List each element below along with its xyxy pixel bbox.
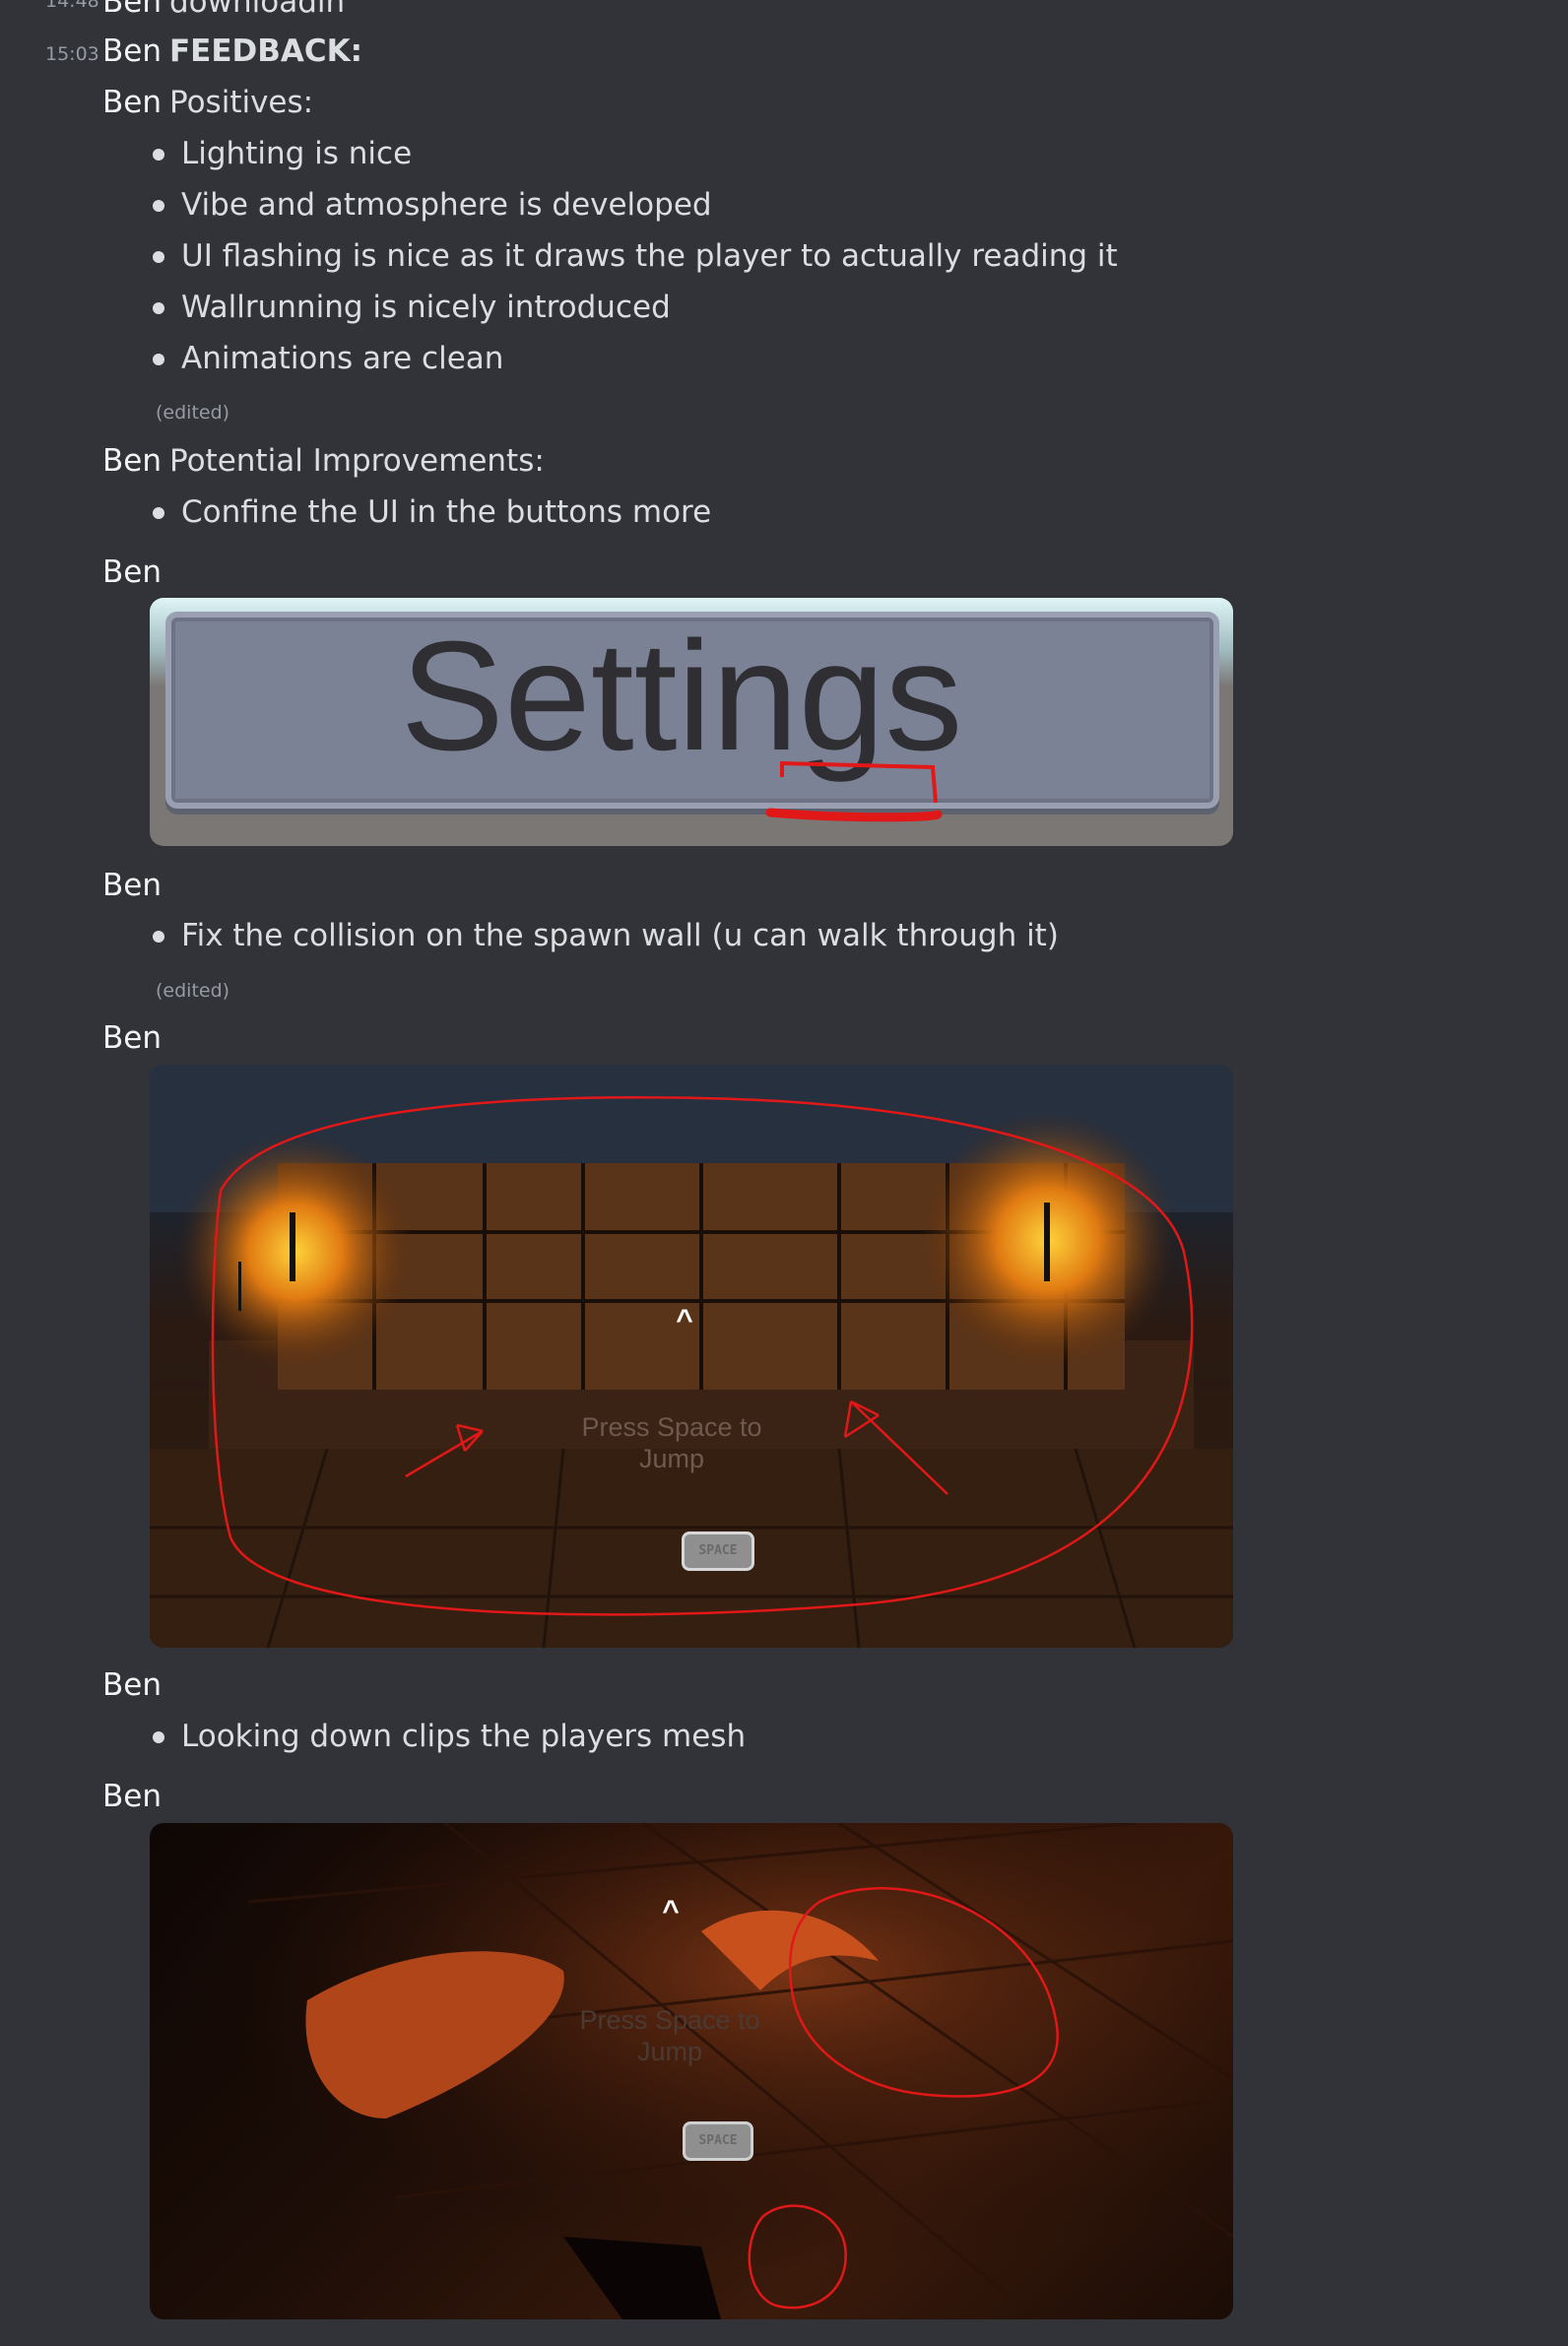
- bullet-marker: [153, 354, 164, 365]
- edited-label: (edited): [156, 402, 230, 424]
- bullet-marker: [153, 302, 164, 314]
- message-author[interactable]: Ben: [102, 1779, 162, 1814]
- message-timestamp: 15:03: [45, 43, 99, 65]
- list-item: Lighting is nice: [181, 136, 413, 171]
- message-author[interactable]: Ben: [102, 554, 162, 590]
- list-item: Confine the UI in the buttons more: [181, 494, 712, 530]
- message-author[interactable]: Ben: [102, 443, 162, 479]
- bullet-marker: [153, 1731, 164, 1743]
- prompt-line-1: Press Space to: [581, 1412, 762, 1442]
- bullet-marker: [153, 200, 164, 212]
- message-author[interactable]: Ben: [102, 85, 162, 120]
- message-text-improvements: Potential Improvements:: [169, 443, 545, 479]
- message-author[interactable]: Ben: [102, 1020, 162, 1056]
- message-author[interactable]: Ben: [102, 1667, 162, 1703]
- image-attachment-player-mesh[interactable]: ^ Press Space to Jump SPACE: [150, 1823, 1233, 2319]
- message-text-feedback: FEEDBACK:: [169, 33, 363, 69]
- list-item: Looking down clips the players mesh: [181, 1719, 747, 1754]
- message-text: downloadin: [169, 0, 346, 20]
- list-item: Wallrunning is nicely introduced: [181, 290, 671, 325]
- space-key-prompt: SPACE: [683, 2121, 753, 2161]
- bullet-marker: [153, 251, 164, 263]
- red-annotation-underline: [765, 760, 943, 822]
- list-item: Animations are clean: [181, 341, 504, 376]
- edited-label: (edited): [156, 980, 230, 1002]
- space-key-prompt: SPACE: [682, 1531, 754, 1571]
- ui-chevron-icon: ^: [676, 1304, 693, 1336]
- prompt-line-2: Jump: [638, 1444, 705, 1473]
- list-item: Vibe and atmosphere is developed: [181, 187, 712, 223]
- prompt-line-2: Jump: [636, 2037, 703, 2066]
- message-author[interactable]: Ben: [102, 0, 162, 20]
- bullet-marker: [153, 507, 164, 519]
- list-item: UI flashing is nice as it draws the play…: [181, 238, 1118, 274]
- message-timestamp: 14:48: [45, 0, 99, 12]
- ui-chevron-icon: ^: [662, 1895, 680, 1927]
- prompt-line-1: Press Space to: [579, 2005, 760, 2035]
- message-text-positives: Positives:: [169, 85, 314, 120]
- message-author[interactable]: Ben: [102, 33, 162, 69]
- list-item: Fix the collision on the spawn wall (u c…: [181, 918, 1059, 953]
- image-attachment-spawn-wall[interactable]: ^ Press Space to Jump SPACE: [150, 1065, 1233, 1648]
- bullet-marker: [153, 149, 164, 161]
- message-author[interactable]: Ben: [102, 868, 162, 903]
- bullet-marker: [153, 931, 164, 943]
- image-attachment-settings[interactable]: Settings: [150, 598, 1233, 846]
